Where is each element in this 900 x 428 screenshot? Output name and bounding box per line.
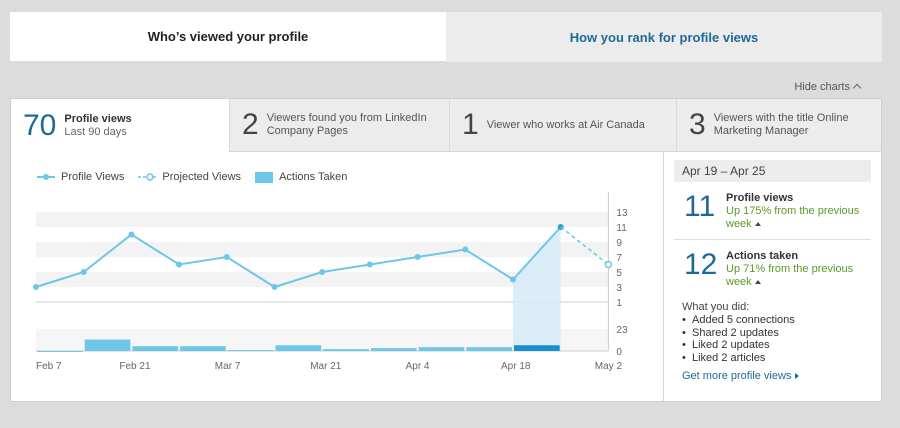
grid-band	[36, 212, 609, 227]
metric-change: Up 71% from the previous week	[726, 263, 854, 288]
action-bar	[132, 346, 179, 351]
metric-change: Up 175% from the previous week	[726, 205, 860, 230]
caret-up-icon	[754, 280, 761, 284]
action-bar	[466, 347, 512, 351]
data-point	[33, 284, 39, 290]
action-bar	[514, 345, 560, 351]
bar-y-tick-label: 23	[616, 325, 628, 336]
action-bar	[418, 347, 465, 351]
date-range: Apr 19 – Apr 25	[674, 160, 871, 182]
bar-y-tick-label: 0	[616, 347, 622, 358]
x-tick-label: Feb 7	[36, 361, 62, 372]
list-item: Liked 2 articles	[682, 352, 881, 365]
list-item: Liked 2 updates	[682, 339, 881, 352]
divider	[674, 239, 871, 240]
get-more-views-link[interactable]: Get more profile views	[682, 370, 881, 382]
y-tick-label: 9	[616, 238, 622, 249]
metric-number: 12	[684, 248, 718, 281]
y-tick-label: 3	[616, 283, 622, 294]
data-point	[176, 261, 183, 268]
y-tick-label: 5	[616, 268, 622, 279]
projected-point	[604, 260, 613, 269]
tab-bar: Who’s viewed your profile How you rank f…	[10, 12, 882, 62]
link-label: Get more profile views	[682, 370, 792, 382]
profile-views-chart[interactable]: 135791113023Feb 7 Feb 21 Mar 7 Mar 21 Apr 4A…	[11, 152, 663, 402]
stat-title: Viewers with the title Online Marketing …	[713, 112, 849, 137]
stats-row: 70 Profile views Last 90 days 2 Viewers f…	[11, 99, 881, 153]
data-point	[366, 261, 373, 268]
action-bar	[180, 346, 226, 351]
x-tick-label: Apr 4	[406, 361, 430, 372]
action-bar	[370, 348, 417, 351]
x-tick-label: Apr 18	[501, 361, 531, 372]
hide-charts-toggle[interactable]: Hide charts	[794, 81, 862, 93]
tab-how-you-rank[interactable]: How you rank for profile views	[446, 12, 882, 62]
x-tick-label: Mar 7	[215, 361, 241, 372]
data-point	[271, 284, 278, 290]
stat-title: Viewers found you from LinkedIn Company …	[266, 112, 427, 137]
what-you-did-title: What you did:	[682, 301, 750, 313]
y-tick-label: 7	[616, 253, 622, 264]
metric-title: Actions taken	[726, 250, 799, 262]
action-bar	[37, 351, 83, 352]
stat-number: 1	[462, 108, 479, 141]
y-tick-label: 13	[616, 208, 628, 219]
list-item: Added 5 connections	[682, 314, 881, 327]
action-bar	[84, 339, 131, 351]
data-point	[414, 254, 421, 260]
stat-profile-views[interactable]: 70 Profile views Last 90 days	[11, 99, 230, 153]
action-bar	[227, 350, 274, 352]
stat-air-canada[interactable]: 1 Viewer who works at Air Canada	[450, 99, 677, 151]
data-point	[223, 254, 230, 260]
stat-title: Profile views	[64, 112, 132, 125]
y-tick-label: 1	[616, 298, 622, 309]
metric-actions-taken: 12 Actions taken Up 71% from the previous…	[684, 250, 881, 289]
metric-number: 11	[684, 190, 716, 223]
profile-views-panel: 70 Profile views Last 90 days 2 Viewers f…	[10, 98, 882, 402]
tab-whos-viewed[interactable]: Who’s viewed your profile	[10, 12, 446, 62]
data-point	[128, 231, 135, 238]
hide-charts-label: Hide charts	[794, 81, 850, 93]
actions-list: Added 5 connections Shared 2 updates Lik…	[682, 314, 881, 364]
x-tick-label: Mar 21	[310, 361, 342, 372]
grid-band	[36, 242, 609, 257]
week-summary: Apr 19 – Apr 25 11 Profile views Up 175% …	[663, 152, 881, 402]
data-point	[80, 269, 87, 275]
stat-subtitle: Last 90 days	[64, 125, 127, 138]
data-point	[462, 246, 469, 253]
action-bar	[275, 345, 322, 351]
action-bar	[323, 349, 369, 351]
list-item: Shared 2 updates	[682, 327, 881, 340]
data-point	[510, 276, 516, 283]
stat-job-title[interactable]: 3 Viewers with the title Online Marketin…	[677, 99, 881, 151]
stat-company-pages[interactable]: 2 Viewers found you from LinkedIn Compan…	[230, 99, 450, 151]
metric-profile-views: 11 Profile views Up 175% from the previou…	[684, 192, 881, 231]
x-tick-label: May 2	[595, 361, 623, 372]
chevron-up-icon	[852, 83, 862, 93]
chevron-right-icon	[795, 373, 800, 379]
stat-number: 2	[242, 108, 259, 141]
x-tick-label: Feb 21	[119, 361, 151, 372]
stat-number: 3	[689, 108, 706, 141]
data-point	[319, 269, 326, 275]
stat-title: Viewer who works at Air Canada	[486, 118, 645, 131]
y-tick-label: 11	[616, 223, 627, 234]
what-you-did: What you did: Added 5 connections Shared…	[682, 301, 881, 364]
stat-number: 70	[23, 108, 57, 142]
caret-up-icon	[754, 222, 761, 226]
metric-title: Profile views	[726, 192, 794, 204]
